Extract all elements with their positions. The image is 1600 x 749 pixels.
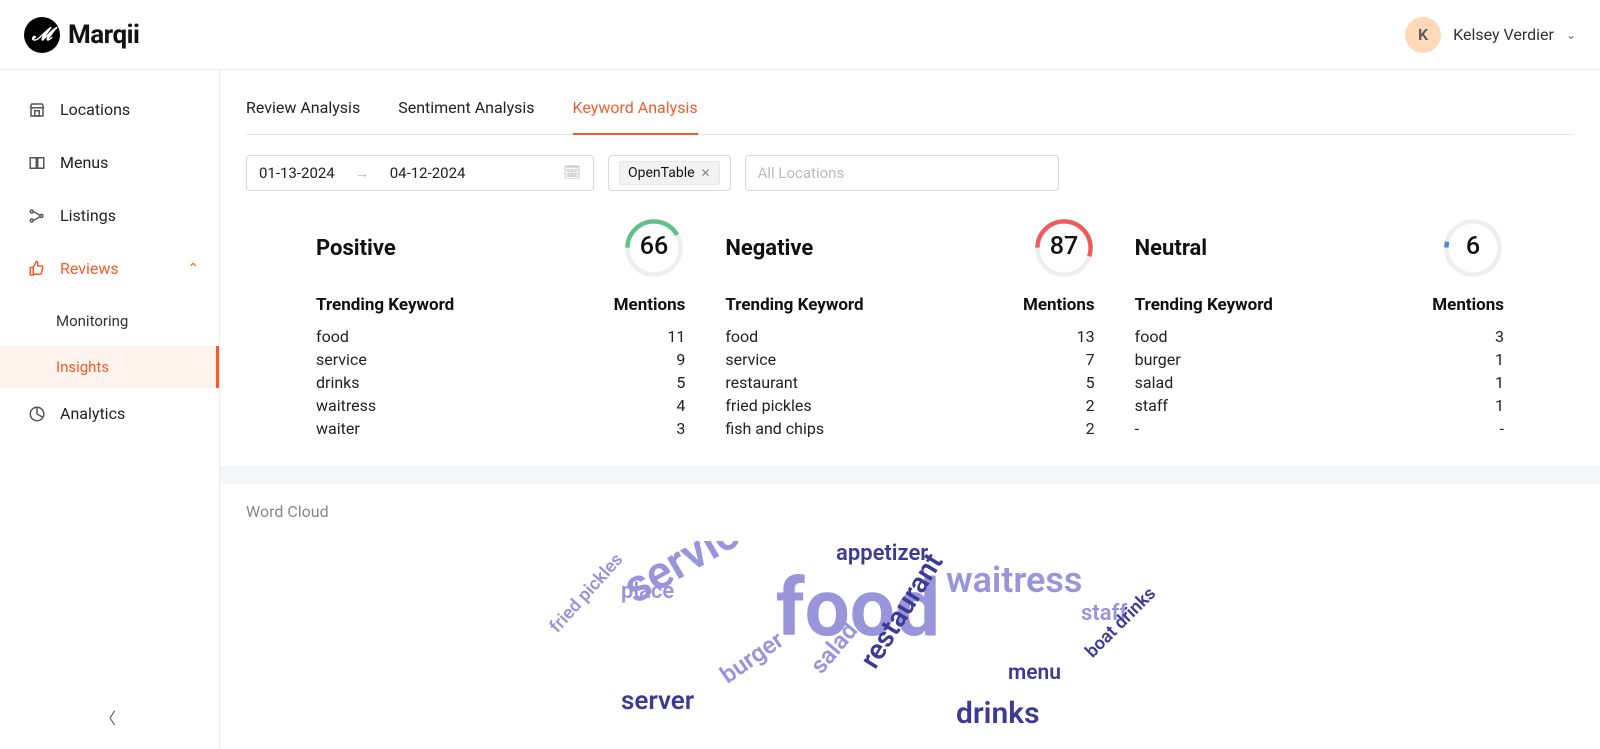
sidebar-item-label: Reviews — [60, 259, 119, 278]
keyword-row: fried pickles2 — [725, 394, 1094, 417]
column-header-keyword: Trending Keyword — [725, 295, 863, 315]
cloud-word: burger — [715, 626, 789, 689]
sidebar-item-menus[interactable]: Menus — [0, 141, 219, 184]
brand-name: Marqii — [68, 20, 139, 50]
analysis-card: Review Analysis Sentiment Analysis Keywo… — [220, 70, 1600, 466]
remove-tag-button[interactable]: ✕ — [701, 166, 711, 180]
chevron-down-icon: ⌄ — [1566, 28, 1576, 42]
storefront-icon — [28, 101, 46, 119]
keyword-row: salad1 — [1135, 371, 1504, 394]
wordcloud-title: Word Cloud — [246, 502, 1574, 521]
positive-donut-chart: 66 — [623, 217, 685, 279]
negative-count: 87 — [1049, 232, 1078, 261]
sidebar-item-label: Analytics — [60, 404, 125, 423]
wordcloud-card: Word Cloud appetizer place waitress serv… — [220, 484, 1600, 749]
location-filter[interactable]: All Locations — [745, 155, 1059, 191]
column-header-keyword: Trending Keyword — [1135, 295, 1273, 315]
negative-donut-chart: 87 — [1033, 217, 1095, 279]
keyword-row: food13 — [725, 325, 1094, 348]
column-header-keyword: Trending Keyword — [316, 295, 454, 315]
tab-label: Keyword Analysis — [573, 98, 698, 117]
user-name-label: Kelsey Verdier — [1453, 25, 1554, 44]
user-menu[interactable]: K Kelsey Verdier ⌄ — [1405, 17, 1576, 53]
tab-label: Review Analysis — [246, 98, 360, 117]
chevron-left-icon: 〈 — [100, 709, 116, 728]
keyword-row: drinks5 — [316, 371, 685, 394]
keyword-row: waiter3 — [316, 417, 685, 440]
sidebar-item-label: Menus — [60, 153, 108, 172]
wordcloud: appetizer place waitress service food st… — [246, 541, 1574, 731]
keyword-row: fish and chips2 — [725, 417, 1094, 440]
keyword-row: waitress4 — [316, 394, 685, 417]
sidebar-item-listings[interactable]: Listings — [0, 194, 219, 237]
brand-mark-icon: 𝓜 — [24, 17, 60, 53]
sidebar-subitem-insights[interactable]: Insights — [0, 346, 219, 388]
book-icon — [28, 154, 46, 172]
sidebar-item-locations[interactable]: Locations — [0, 88, 219, 131]
neutral-count: 6 — [1466, 232, 1480, 261]
neutral-title: Neutral — [1135, 236, 1207, 261]
positive-column: Positive 66 Trending Keyword Mentions fo… — [316, 217, 685, 440]
tab-review-analysis[interactable]: Review Analysis — [246, 94, 360, 134]
keyword-row: service9 — [316, 348, 685, 371]
positive-count: 66 — [640, 232, 669, 261]
keyword-row: food11 — [316, 325, 685, 348]
sidebar-item-label: Listings — [60, 206, 116, 225]
cloud-word: drinks — [956, 696, 1040, 731]
collapse-sidebar-button[interactable]: 〈 — [100, 705, 116, 729]
calendar-icon: 🗓 — [563, 165, 581, 181]
app-header: 𝓜 Marqii K Kelsey Verdier ⌄ — [0, 0, 1600, 70]
sidebar-item-analytics[interactable]: Analytics — [0, 392, 219, 435]
column-header-mentions: Mentions — [614, 295, 686, 315]
network-icon — [28, 207, 46, 225]
keyword-row: service7 — [725, 348, 1094, 371]
tab-keyword-analysis[interactable]: Keyword Analysis — [573, 94, 698, 135]
thumbs-up-icon — [28, 260, 46, 278]
date-to-value: 04-12-2024 — [390, 164, 466, 182]
date-from-value: 01-13-2024 — [259, 164, 335, 182]
pie-chart-icon — [28, 405, 46, 423]
keyword-row: food3 — [1135, 325, 1504, 348]
source-filter[interactable]: OpenTable ✕ — [608, 155, 731, 191]
keyword-row: -- — [1135, 417, 1504, 440]
sidebar-subitem-label: Monitoring — [56, 312, 128, 330]
keyword-row: staff1 — [1135, 394, 1504, 417]
sidebar-subitem-monitoring[interactable]: Monitoring — [0, 300, 219, 342]
cloud-word: service — [614, 541, 770, 615]
tab-sentiment-analysis[interactable]: Sentiment Analysis — [398, 94, 534, 134]
location-placeholder: All Locations — [758, 164, 845, 182]
sidebar-subitem-label: Insights — [56, 358, 109, 376]
neutral-donut-chart: 6 — [1442, 217, 1504, 279]
keyword-row: burger1 — [1135, 348, 1504, 371]
negative-title: Negative — [725, 236, 813, 261]
arrow-right-icon: → — [355, 164, 370, 182]
sentiment-grid: Positive 66 Trending Keyword Mentions fo… — [246, 199, 1574, 440]
chevron-up-icon: ⌃ — [187, 261, 199, 277]
source-tag-label: OpenTable — [628, 165, 695, 181]
cloud-word: server — [621, 686, 694, 716]
brand-logo[interactable]: 𝓜 Marqii — [24, 17, 139, 53]
neutral-column: Neutral 6 Trending Keyword Mentions food… — [1135, 217, 1504, 440]
keyword-row: restaurant5 — [725, 371, 1094, 394]
sidebar: Locations Menus Listings Reviews ⌃ Monit… — [0, 70, 220, 749]
analysis-tabs: Review Analysis Sentiment Analysis Keywo… — [246, 88, 1574, 135]
source-tag: OpenTable ✕ — [619, 161, 720, 185]
avatar: K — [1405, 17, 1441, 53]
main-content: Review Analysis Sentiment Analysis Keywo… — [220, 70, 1600, 749]
sidebar-item-reviews[interactable]: Reviews ⌃ — [0, 247, 219, 290]
tab-label: Sentiment Analysis — [398, 98, 534, 117]
sidebar-item-label: Locations — [60, 100, 130, 119]
column-header-mentions: Mentions — [1432, 295, 1504, 315]
negative-column: Negative 87 Trending Keyword Mentions fo… — [725, 217, 1094, 440]
date-range-picker[interactable]: 01-13-2024 → 04-12-2024 🗓 — [246, 155, 594, 191]
column-header-mentions: Mentions — [1023, 295, 1095, 315]
filter-bar: 01-13-2024 → 04-12-2024 🗓 OpenTable ✕ Al… — [246, 155, 1574, 191]
cloud-word: menu — [1008, 661, 1061, 685]
cloud-word: waitress — [946, 559, 1082, 601]
positive-title: Positive — [316, 236, 396, 261]
cloud-word: fried pickles — [545, 549, 627, 637]
